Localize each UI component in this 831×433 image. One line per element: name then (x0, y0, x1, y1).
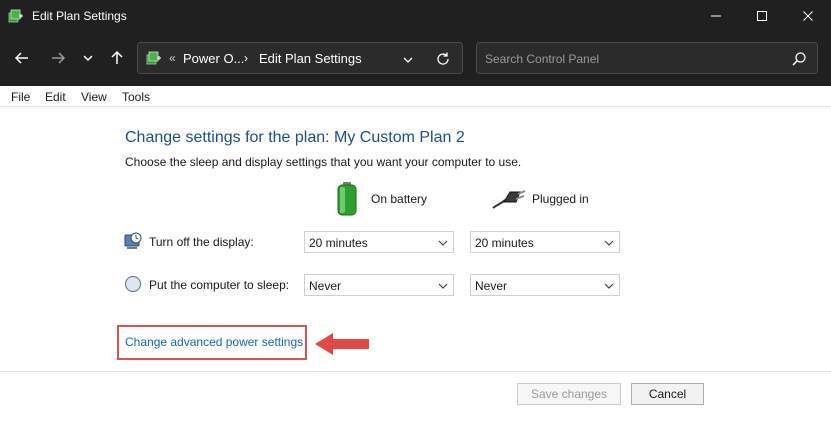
back-button[interactable] (8, 44, 36, 72)
battery-icon (337, 182, 357, 216)
select-value: Never (475, 279, 508, 293)
column-header-battery: On battery (336, 182, 496, 216)
title-bar: Edit Plan Settings (0, 0, 831, 32)
up-button[interactable] (103, 44, 131, 72)
menu-edit[interactable]: Edit (45, 90, 66, 104)
menu-view[interactable]: View (81, 90, 107, 104)
close-button[interactable] (785, 0, 831, 32)
menu-bar: File Edit View Tools (0, 86, 831, 107)
chevron-down-icon[interactable] (400, 52, 416, 68)
maximize-icon (757, 11, 767, 21)
arrow-left-annotation-icon (315, 333, 369, 355)
arrow-up-icon (111, 50, 123, 64)
sleep-plugged-select[interactable]: Never (470, 274, 620, 296)
window-title: Edit Plan Settings (32, 9, 127, 23)
save-changes-button[interactable]: Save changes (517, 383, 621, 405)
display-plugged-select[interactable]: 20 minutes (470, 231, 620, 253)
power-plan-app-icon (8, 9, 23, 23)
arrow-left-icon (14, 52, 28, 64)
search-input[interactable] (485, 50, 785, 68)
minimize-button[interactable] (693, 0, 739, 32)
search-icon[interactable] (791, 51, 807, 67)
select-value: 20 minutes (309, 236, 368, 250)
address-bar[interactable]: « Power O... › Edit Plan Settings (137, 42, 463, 74)
arrow-right-icon (52, 52, 66, 64)
breadcrumb-overflow[interactable]: « (169, 51, 176, 65)
maximize-button[interactable] (739, 0, 785, 32)
advanced-power-settings-link[interactable]: Change advanced power settings (125, 335, 303, 349)
sleep-battery-select[interactable]: Never (304, 274, 454, 296)
menu-file[interactable]: File (11, 90, 30, 104)
chevron-down-icon (83, 55, 93, 62)
breadcrumb-separator[interactable]: › (244, 51, 248, 65)
refresh-icon[interactable] (435, 51, 451, 67)
display-battery-select[interactable]: 20 minutes (304, 231, 454, 253)
breadcrumb-power-options[interactable]: Power O... (183, 51, 244, 66)
sleep-timeout-label: Put the computer to sleep: (149, 278, 290, 292)
cancel-button[interactable]: Cancel (631, 383, 704, 405)
minimize-icon (711, 15, 721, 17)
column-label-battery: On battery (371, 192, 428, 206)
power-plug-icon (492, 190, 526, 209)
display-timeout-label: Turn off the display: (149, 235, 254, 249)
search-box[interactable] (476, 42, 818, 74)
footer-divider (0, 371, 831, 372)
close-icon (803, 11, 813, 21)
column-label-plugged: Plugged in (532, 192, 589, 206)
chevron-down-icon (604, 240, 614, 246)
page-description: Choose the sleep and display settings th… (125, 155, 522, 169)
menu-tools[interactable]: Tools (122, 90, 150, 104)
highlight-box: Change advanced power settings (117, 325, 307, 360)
sleep-moon-icon (125, 276, 141, 292)
chevron-down-icon (438, 240, 448, 246)
recent-locations-button[interactable] (74, 44, 102, 72)
power-plan-icon (146, 51, 161, 65)
chevron-down-icon (438, 283, 448, 289)
page-title: Change settings for the plan: My Custom … (125, 129, 465, 146)
select-value: 20 minutes (475, 236, 534, 250)
chevron-down-icon (604, 283, 614, 289)
display-clock-icon (124, 232, 142, 249)
breadcrumb-edit-plan-settings[interactable]: Edit Plan Settings (259, 51, 362, 66)
select-value: Never (309, 279, 342, 293)
column-header-plugged: Plugged in (492, 182, 612, 216)
forward-button[interactable] (44, 44, 72, 72)
